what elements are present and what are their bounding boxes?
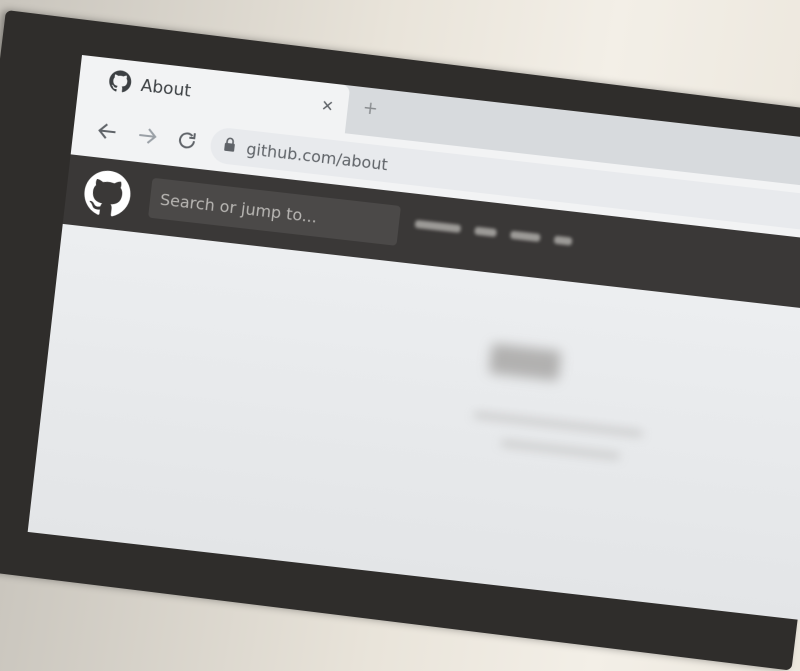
github-search-input[interactable]: Search or jump to... xyxy=(148,177,401,246)
arrow-left-icon xyxy=(98,123,116,139)
github-favicon-icon xyxy=(108,69,133,97)
url-text: github.com/about xyxy=(245,138,389,174)
arrow-right-icon xyxy=(139,128,157,144)
blurred-heading xyxy=(488,343,562,381)
tab-close-icon[interactable]: ✕ xyxy=(320,96,335,115)
blurred-text-line xyxy=(473,411,644,437)
nav-link-blurred[interactable] xyxy=(474,226,497,238)
reload-button[interactable] xyxy=(173,127,200,160)
nav-link-blurred[interactable] xyxy=(414,219,462,233)
lock-icon[interactable] xyxy=(222,136,238,157)
new-tab-icon[interactable]: + xyxy=(362,97,379,120)
forward-button[interactable] xyxy=(133,123,160,156)
tab-title: About xyxy=(139,75,192,102)
reload-icon xyxy=(179,132,196,149)
search-placeholder: Search or jump to... xyxy=(159,189,319,227)
github-nav-links[interactable] xyxy=(414,219,573,246)
nav-link-blurred[interactable] xyxy=(553,235,573,246)
blurred-text-line xyxy=(500,439,621,460)
nav-link-blurred[interactable] xyxy=(509,230,541,243)
browser-window: About ✕ + github.com/about Search or jum… xyxy=(27,55,800,623)
back-button[interactable] xyxy=(94,118,121,151)
github-octocat-icon[interactable] xyxy=(82,168,133,223)
